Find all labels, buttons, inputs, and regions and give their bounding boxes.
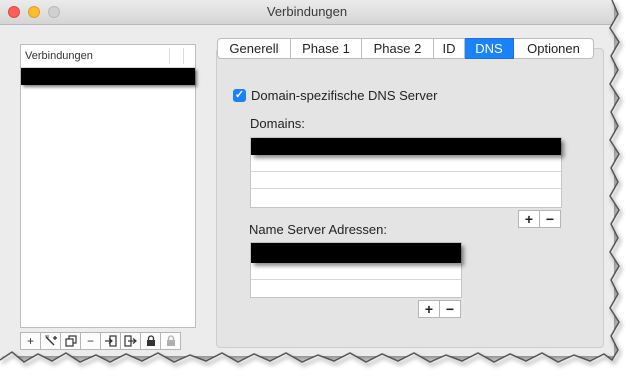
tab-phase-2[interactable]: Phase 2 bbox=[362, 38, 434, 59]
tab-dns[interactable]: DNS bbox=[465, 38, 514, 59]
tab-generell[interactable]: Generell bbox=[217, 38, 291, 59]
tab-phase-1[interactable]: Phase 1 bbox=[291, 38, 362, 59]
tab-optionen[interactable]: Optionen bbox=[514, 38, 594, 59]
tab-id[interactable]: ID bbox=[434, 38, 465, 59]
settings-tabs: Generell Phase 1 Phase 2 ID DNS Optionen bbox=[217, 38, 594, 59]
